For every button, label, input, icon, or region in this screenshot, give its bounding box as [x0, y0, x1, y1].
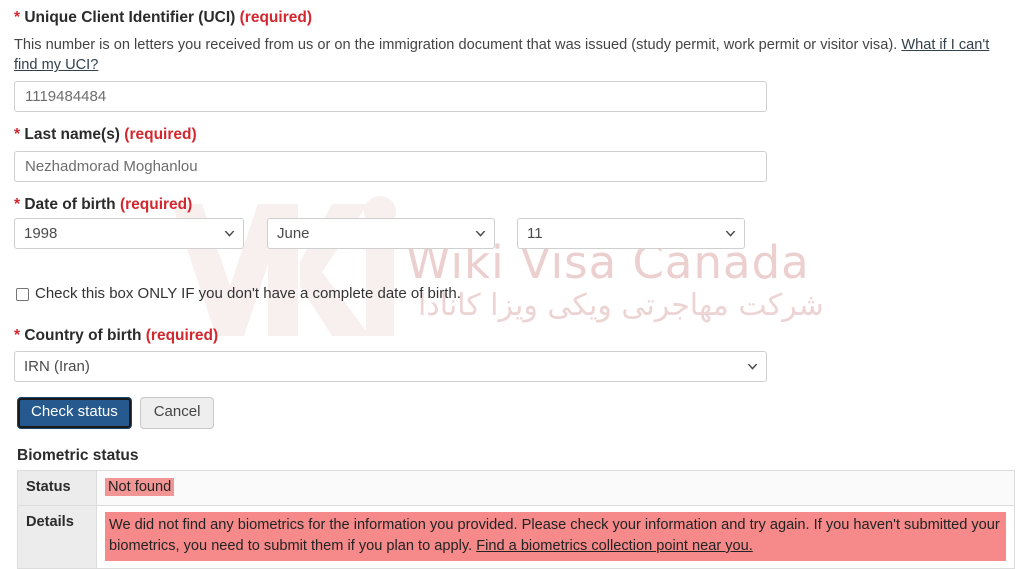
- country-label: * Country of birth (required): [14, 327, 218, 346]
- dob-label-text: Date of birth: [24, 196, 116, 213]
- country-field-block: * Country of birth (required): [14, 327, 218, 346]
- last-name-label: * Last name(s) (required): [14, 126, 197, 145]
- last-name-required-asterisk: *: [14, 126, 21, 143]
- country-required-tag: (required): [145, 327, 219, 344]
- uci-label-text: Unique Client Identifier (UCI): [24, 9, 236, 26]
- uci-field-block: * Unique Client Identifier (UCI) (requir…: [14, 9, 1010, 76]
- dob-required-tag: (required): [119, 196, 193, 213]
- dob-month-wrap: June: [267, 218, 495, 249]
- wiki-visa-logo-icon: [172, 196, 396, 336]
- dob-day-wrap: 11: [517, 218, 745, 249]
- dob-day-select[interactable]: 11: [517, 218, 745, 249]
- country-label-text: Country of birth: [24, 327, 142, 344]
- biometric-status-table: Status Not found Details We did not find…: [17, 470, 1015, 569]
- uci-hint-text: This number is on letters you received f…: [14, 36, 902, 53]
- table-row: Details We did not find any biometrics f…: [17, 505, 1015, 569]
- uci-required-tag: (required): [239, 9, 312, 26]
- check-status-button[interactable]: Check status: [17, 397, 132, 429]
- status-badge: Not found: [105, 478, 175, 496]
- biometrics-collection-point-link[interactable]: Find a biometrics collection point near …: [476, 538, 753, 554]
- dob-month-select[interactable]: June: [267, 218, 495, 249]
- incomplete-dob-row[interactable]: Check this box ONLY IF you don't have a …: [16, 285, 461, 304]
- details-row-header: Details: [17, 505, 97, 569]
- incomplete-dob-checkbox[interactable]: [16, 288, 29, 301]
- country-select-wrap: IRN (Iran): [14, 351, 767, 382]
- country-of-birth-select[interactable]: IRN (Iran): [14, 351, 767, 382]
- biometric-status-title: Biometric status: [17, 447, 139, 464]
- last-name-label-text: Last name(s): [24, 126, 120, 143]
- dob-year-select[interactable]: 1998: [14, 218, 244, 249]
- incomplete-dob-label: Check this box ONLY IF you don't have a …: [35, 285, 461, 302]
- last-name-field-block: * Last name(s) (required): [14, 126, 197, 145]
- uci-input[interactable]: [14, 81, 767, 112]
- uci-required-asterisk: *: [14, 9, 21, 26]
- cancel-button[interactable]: Cancel: [139, 397, 215, 429]
- uci-label: * Unique Client Identifier (UCI) (requir…: [14, 9, 1010, 28]
- status-row-header: Status: [17, 470, 97, 506]
- details-message: We did not find any biometrics for the i…: [105, 512, 1006, 561]
- watermark-subtitle: شرکت مهاجرتی ویکی ویزا کانادا: [418, 288, 824, 323]
- dob-label: * Date of birth (required): [14, 196, 192, 215]
- table-row: Status Not found: [17, 470, 1015, 506]
- country-required-asterisk: *: [14, 327, 21, 344]
- last-name-required-tag: (required): [124, 126, 197, 143]
- status-row-value: Not found: [96, 470, 1015, 506]
- details-row-value: We did not find any biometrics for the i…: [96, 505, 1015, 569]
- dob-year-wrap: 1998: [14, 218, 244, 249]
- dob-field-block: * Date of birth (required): [14, 196, 192, 215]
- dob-required-asterisk: *: [14, 196, 21, 213]
- last-name-input[interactable]: [14, 151, 767, 182]
- uci-hint: This number is on letters you received f…: [14, 35, 996, 76]
- form-action-buttons: Check status Cancel: [17, 397, 215, 429]
